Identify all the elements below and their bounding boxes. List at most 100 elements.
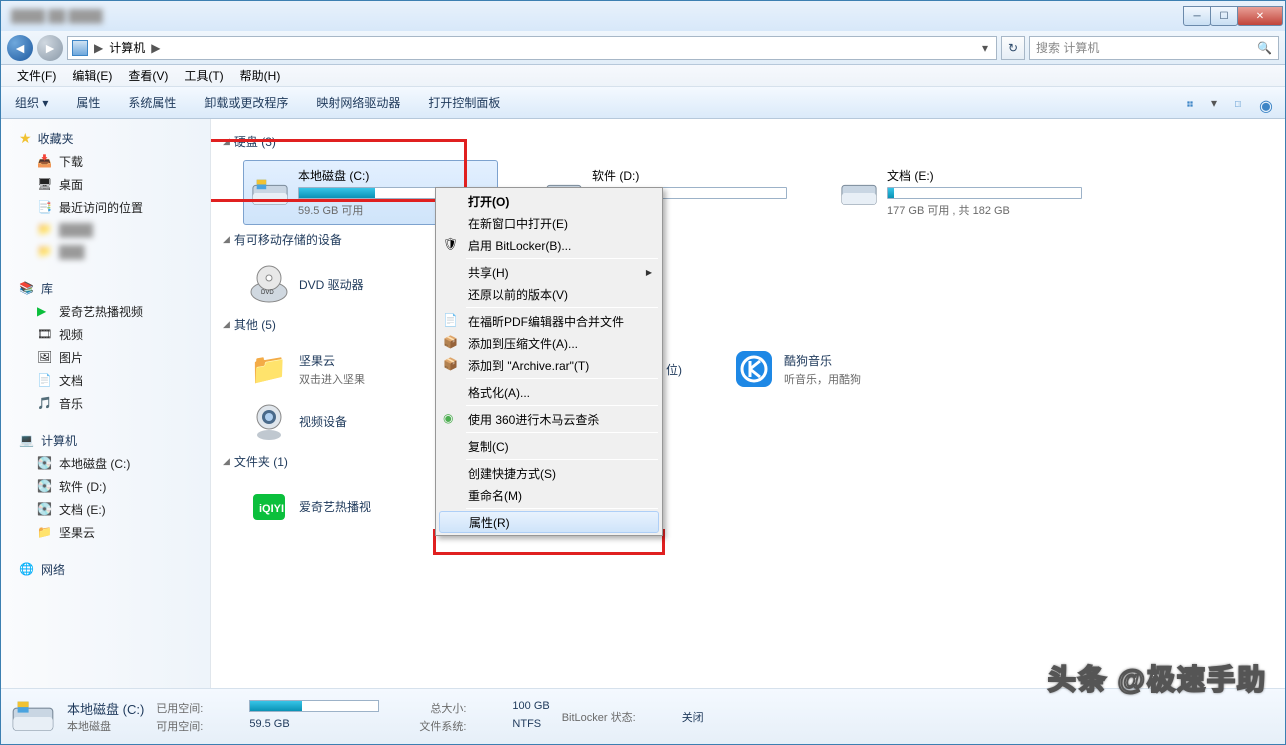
preview-pane-icon[interactable]	[1229, 92, 1247, 110]
pdf-icon: 📄	[443, 313, 459, 329]
ctx-rename[interactable]: 重命名(M)	[438, 484, 660, 506]
sidebar-libraries[interactable]: 📚库	[1, 277, 210, 300]
toolbar-uninstall[interactable]: 卸载或更改程序	[198, 90, 294, 115]
ctx-format[interactable]: 格式化(A)...	[438, 381, 660, 403]
toolbar-ctrlpanel[interactable]: 打开控制面板	[422, 90, 506, 115]
sidebar-item-iqiyi[interactable]: ▶爱奇艺热播视频	[1, 300, 210, 323]
sidebar-item-music[interactable]: 🎵音乐	[1, 392, 210, 415]
ctx-add-archive[interactable]: 📦添加到压缩文件(A)...	[438, 332, 660, 354]
ctx-properties[interactable]: 属性(R)	[439, 511, 659, 533]
ctx-separator	[466, 459, 658, 460]
forward-button[interactable]: ►	[37, 35, 63, 61]
breadcrumb-computer[interactable]: 计算机	[109, 39, 145, 56]
drive-e-sub: 177 GB 可用 , 共 182 GB	[887, 202, 1082, 218]
breadcrumb-arrow2[interactable]: ▶	[149, 41, 162, 55]
sidebar-computer[interactable]: 💻计算机	[1, 429, 210, 452]
back-button[interactable]: ◄	[7, 35, 33, 61]
collapse-icon: ◢	[223, 456, 230, 467]
dvd-icon: DVD	[249, 264, 289, 304]
help-icon[interactable]: ◉	[1253, 92, 1271, 110]
ctx-shortcut[interactable]: 创建快捷方式(S)	[438, 462, 660, 484]
toolbar: 组织 ▾ 属性 系统属性 卸载或更改程序 映射网络驱动器 打开控制面板 ▾ ◉	[1, 87, 1285, 119]
details-bitlocker-val: 关闭	[682, 709, 704, 725]
other-kugou[interactable]: 酷狗音乐听音乐，用酷狗	[728, 343, 983, 395]
ctx-open-newwindow[interactable]: 在新窗口中打开(E)	[438, 212, 660, 234]
toolbar-sysprops[interactable]: 系统属性	[122, 90, 182, 115]
drive-icon: 💽	[37, 456, 53, 472]
iqiyi-icon: ▶	[37, 304, 53, 320]
maximize-button[interactable]: ☐	[1210, 6, 1238, 26]
sidebar-item-drive-d[interactable]: 💽软件 (D:)	[1, 475, 210, 498]
search-box[interactable]: 搜索 计算机 🔍	[1029, 36, 1279, 60]
watermark: 头条 @极速手助	[1048, 658, 1267, 698]
sidebar-item-hidden2[interactable]: 📁███	[1, 241, 210, 263]
details-fs-val: NTFS	[512, 718, 549, 734]
sidebar-item-hidden1[interactable]: 📁████	[1, 219, 210, 241]
sidebar-item-drive-c[interactable]: 💽本地磁盘 (C:)	[1, 452, 210, 475]
ctx-restore[interactable]: 还原以前的版本(V)	[438, 283, 660, 305]
winrar-icon: 📦	[443, 335, 459, 351]
sidebar-favorites[interactable]: ★收藏夹	[1, 127, 210, 150]
details-used-label: 已用空间:	[156, 700, 209, 716]
details-title: 本地磁盘 (C:)	[67, 699, 144, 718]
category-harddisk[interactable]: ◢硬盘 (3)	[223, 133, 1285, 150]
ctx-360scan[interactable]: ◉使用 360进行木马云查杀	[438, 408, 660, 430]
recent-icon: 📑	[37, 200, 53, 216]
menu-help[interactable]: 帮助(H)	[232, 64, 289, 87]
drive-icon: 💽	[37, 479, 53, 495]
picture-icon: 🖼	[37, 350, 53, 366]
drive-e-label: 文档 (E:)	[887, 167, 1082, 184]
details-total-label: 总大小:	[419, 700, 472, 716]
toolbar-properties[interactable]: 属性	[70, 90, 106, 115]
document-icon: 📄	[37, 373, 53, 389]
view-dropdown-icon[interactable]: ▾	[1205, 92, 1223, 114]
refresh-button[interactable]: ↻	[1001, 36, 1025, 60]
ctx-copy[interactable]: 复制(C)	[438, 435, 660, 457]
sidebar-item-drive-e[interactable]: 💽文档 (E:)	[1, 498, 210, 521]
menu-tools[interactable]: 工具(T)	[176, 64, 231, 87]
address-bar[interactable]: ▶ 计算机 ▶ ▾	[67, 36, 997, 60]
menu-edit[interactable]: 编辑(E)	[64, 64, 120, 87]
computer-icon: 💻	[19, 433, 35, 449]
ctx-separator	[466, 405, 658, 406]
folder-icon: 📁	[37, 525, 53, 541]
toolbar-mapnet[interactable]: 映射网络驱动器	[310, 90, 406, 115]
drive-d-label: 软件 (D:)	[592, 167, 787, 184]
category-other[interactable]: ◢其他 (5)	[223, 316, 1285, 333]
sidebar-item-nutstore[interactable]: 📁坚果云	[1, 521, 210, 544]
view-mode-icon[interactable]	[1181, 92, 1199, 110]
menu-file[interactable]: 文件(F)	[9, 64, 64, 87]
close-button[interactable]: ✕	[1237, 6, 1283, 26]
ctx-share[interactable]: 共享(H)	[438, 261, 660, 283]
minimize-button[interactable]: ─	[1183, 6, 1211, 26]
sidebar-item-desktop[interactable]: 🖥桌面	[1, 173, 210, 196]
ctx-open[interactable]: 打开(O)	[438, 190, 660, 212]
ctx-add-rar[interactable]: 📦添加到 "Archive.rar"(T)	[438, 354, 660, 376]
drive-e[interactable]: 文档 (E:) 177 GB 可用 , 共 182 GB	[833, 160, 1088, 225]
ctx-bitlocker[interactable]: 🛡启用 BitLocker(B)...	[438, 234, 660, 256]
details-free-val: 59.5 GB	[249, 718, 379, 734]
ctx-foxit[interactable]: 📄在福昕PDF编辑器中合并文件	[438, 310, 660, 332]
category-folders[interactable]: ◢文件夹 (1)	[223, 453, 1285, 470]
category-removable[interactable]: ◢有可移动存储的设备	[223, 231, 1285, 248]
drive-icon: 💽	[37, 502, 53, 518]
sidebar-item-video[interactable]: 🎞视频	[1, 323, 210, 346]
sidebar-item-documents[interactable]: 📄文档	[1, 369, 210, 392]
content-pane: ◢硬盘 (3) 本地磁盘 (C:) 59.5 GB 可用 软件 (D:)	[211, 119, 1285, 688]
collapse-icon: ◢	[223, 136, 230, 147]
music-icon: 🎵	[37, 396, 53, 412]
toolbar-organize[interactable]: 组织 ▾	[9, 90, 54, 115]
ctx-separator	[466, 378, 658, 379]
desktop-icon: 🖥	[37, 177, 53, 193]
details-bitlocker-label: BitLocker 状态:	[562, 709, 642, 725]
menu-view[interactable]: 查看(V)	[120, 64, 176, 87]
sidebar-item-recent[interactable]: 📑最近访问的位置	[1, 196, 210, 219]
sidebar-item-pictures[interactable]: 🖼图片	[1, 346, 210, 369]
kugou-icon	[734, 349, 774, 389]
context-menu: 打开(O) 在新窗口中打开(E) 🛡启用 BitLocker(B)... 共享(…	[435, 187, 663, 536]
svg-text:iQIYI: iQIYI	[259, 503, 284, 515]
sidebar-item-downloads[interactable]: 📥下载	[1, 150, 210, 173]
nav-row: ◄ ► ▶ 计算机 ▶ ▾ ↻ 搜索 计算机 🔍	[1, 31, 1285, 65]
address-dropdown-icon[interactable]: ▾	[978, 41, 992, 55]
sidebar-network[interactable]: 🌐网络	[1, 558, 210, 581]
